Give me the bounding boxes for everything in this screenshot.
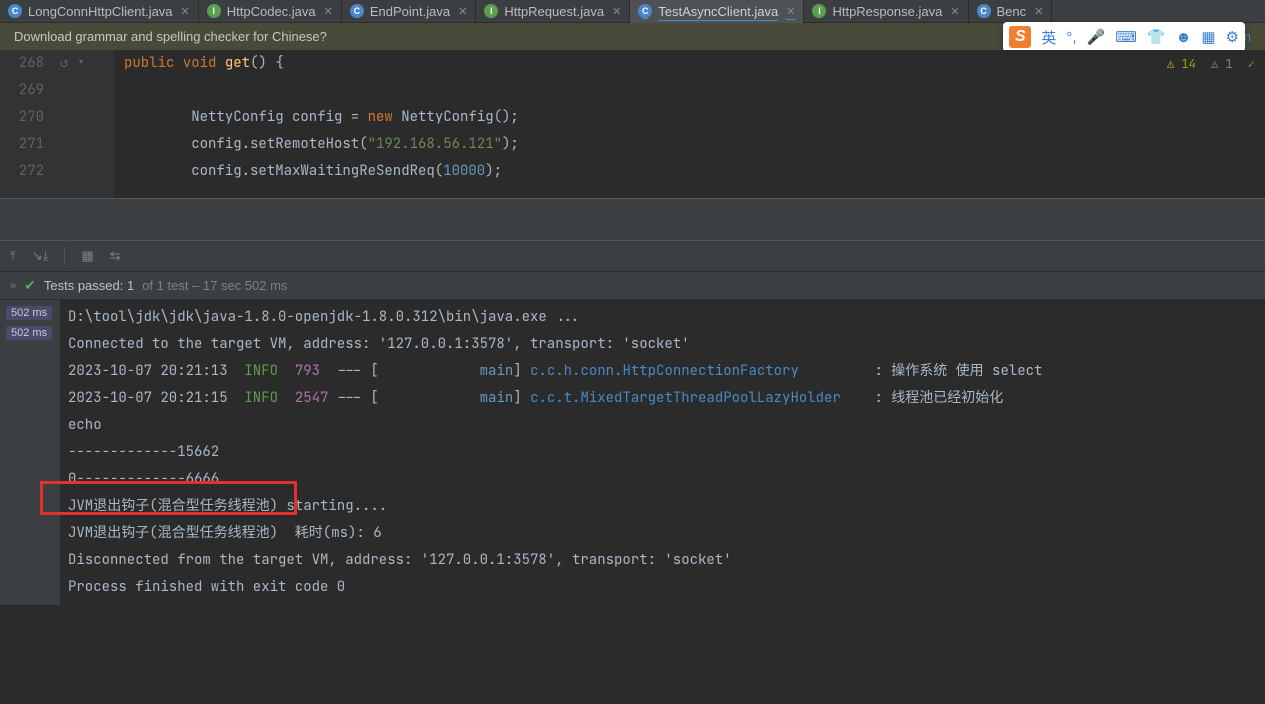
ime-toolbar[interactable]: S 英 °, 🎤 ⌨ 👕 ☻ ▦ ⚙	[1003, 22, 1245, 52]
test-status-bar: » ✔ Tests passed: 1 of 1 test – 17 sec 5…	[0, 272, 1265, 300]
gutter-icons: ↺ ▾	[54, 50, 114, 198]
code-line	[124, 77, 1265, 104]
console-line: JVM退出钩子(混合型任务线程池) 耗时(ms): 6	[68, 520, 1257, 547]
ime-mic-icon[interactable]: 🎤	[1087, 28, 1106, 46]
tab-label: HttpResponse.java	[832, 4, 942, 19]
ime-grid-icon[interactable]: ▦	[1201, 28, 1215, 46]
code-token: new	[368, 108, 402, 126]
file-type-icon: I	[812, 4, 826, 18]
ime-shirt-icon[interactable]: 👕	[1147, 28, 1166, 46]
file-type-icon: I	[484, 4, 498, 18]
tab-label: Benc	[997, 4, 1027, 19]
console-line: 2023-10-07 20:21:13 INFO 793 --- [ main]…	[68, 358, 1257, 385]
check-icon: ✔	[24, 277, 36, 294]
line-number: 269	[0, 77, 44, 104]
export-icon[interactable]: ⤒	[10, 248, 16, 264]
console-line: JVM退出钩子(混合型任务线程池) starting....	[68, 493, 1257, 520]
code-token: );	[485, 162, 502, 180]
close-icon[interactable]: ✕	[181, 5, 190, 18]
expand-icon[interactable]: »	[10, 280, 16, 292]
editor-tab[interactable]: I HttpRequest.java ✕	[476, 0, 630, 23]
console-line: D:\tool\jdk\jdk\java-1.8.0-openjdk-1.8.0…	[68, 304, 1257, 331]
code-editor[interactable]: 268269270271272 ↺ ▾ public void get() { …	[0, 50, 1265, 198]
code-token: NettyConfig();	[401, 108, 519, 126]
code-area[interactable]: public void get() { NettyConfig config =…	[114, 50, 1265, 198]
code-token: config.setRemoteHost(	[191, 135, 367, 153]
editor-tab-bar: C LongConnHttpClient.java ✕ I HttpCodec.java…	[0, 0, 1265, 23]
code-token: public void	[124, 54, 225, 72]
console-line: 2023-10-07 20:21:15 INFO 2547 --- [ main…	[68, 385, 1257, 412]
tab-label: LongConnHttpClient.java	[28, 4, 173, 19]
console-panel: 502 ms 502 ms D:\tool\jdk\jdk\java-1.8.0-…	[0, 300, 1265, 605]
editor-tab[interactable]: I HttpResponse.java ✕	[804, 0, 968, 23]
file-type-icon: C	[350, 4, 364, 18]
code-token: () {	[250, 54, 284, 72]
line-number-gutter: 268269270271272	[0, 50, 54, 198]
close-icon[interactable]: ✕	[324, 5, 333, 18]
console-line: Connected to the target VM, address: '12…	[68, 331, 1257, 358]
time-column: 502 ms 502 ms	[0, 300, 60, 605]
sogou-icon: S	[1009, 26, 1031, 48]
tests-passed-text: Tests passed: 1	[44, 278, 134, 293]
editor-tab[interactable]: C TestAsyncClient.java ✕	[630, 0, 804, 23]
close-icon[interactable]: ✕	[612, 5, 621, 18]
line-number: 271	[0, 131, 44, 158]
tests-summary-text: of 1 test – 17 sec 502 ms	[142, 278, 287, 293]
editor-warnings[interactable]: ⚠ 14 ⚠ 1 ✓	[1167, 56, 1255, 72]
editor-tab[interactable]: C EndPoint.java ✕	[342, 0, 476, 23]
banner-text: Download grammar and spelling checker fo…	[14, 29, 327, 44]
tab-label: TestAsyncClient.java	[658, 4, 778, 19]
ime-face-icon[interactable]: ☻	[1176, 29, 1192, 46]
console-output[interactable]: D:\tool\jdk\jdk\java-1.8.0-openjdk-1.8.0…	[60, 300, 1265, 605]
editor-tab[interactable]: I HttpCodec.java ✕	[199, 0, 342, 23]
editor-tab[interactable]: C Benc ✕	[969, 0, 1053, 23]
file-type-icon: C	[977, 4, 991, 18]
line-number: 272	[0, 158, 44, 185]
settings-icon[interactable]: ⇆	[110, 248, 121, 264]
ime-keyboard-icon[interactable]: ⌨	[1115, 28, 1137, 46]
table-icon[interactable]: ▦	[81, 248, 93, 264]
code-token: 10000	[443, 162, 485, 180]
editor-tab[interactable]: C LongConnHttpClient.java ✕	[0, 0, 199, 23]
tab-label: HttpCodec.java	[227, 4, 316, 19]
run-toolbar: ⤒ ↘⤓ ▦ ⇆	[0, 240, 1265, 272]
file-type-icon: C	[638, 4, 652, 18]
ime-comma-icon[interactable]: °,	[1066, 29, 1076, 46]
console-line: Process finished with exit code 0	[68, 574, 1257, 601]
code-token: "192.168.56.121"	[368, 135, 502, 153]
console-line: -------------15662	[68, 439, 1257, 466]
close-icon[interactable]: ✕	[786, 5, 795, 18]
close-icon[interactable]: ✕	[458, 5, 467, 18]
ime-gear-icon[interactable]: ⚙	[1226, 28, 1239, 46]
panel-divider[interactable]	[0, 198, 1265, 240]
import-icon[interactable]: ↘⤓	[32, 248, 49, 264]
file-type-icon: C	[8, 4, 22, 18]
line-number: 270	[0, 104, 44, 131]
code-token: config.setMaxWaitingReSendReq(	[191, 162, 443, 180]
close-icon[interactable]: ✕	[1034, 5, 1043, 18]
code-token: );	[502, 135, 519, 153]
close-icon[interactable]: ✕	[950, 5, 959, 18]
line-number: 268	[0, 50, 44, 77]
console-line: Disconnected from the target VM, address…	[68, 547, 1257, 574]
code-token: NettyConfig config =	[191, 108, 367, 126]
console-line: 0-------------6666	[68, 466, 1257, 493]
file-type-icon: I	[207, 4, 221, 18]
run-gutter-icon[interactable]: ↺ ▾	[54, 50, 114, 77]
time-badge: 502 ms	[6, 326, 52, 340]
ime-lang-label[interactable]: 英	[1041, 27, 1056, 48]
weak-warning-count: 1	[1225, 56, 1232, 72]
warning-count: 14	[1181, 56, 1195, 72]
time-badge: 502 ms	[6, 306, 52, 320]
console-line: echo	[68, 412, 1257, 439]
tab-label: EndPoint.java	[370, 4, 450, 19]
tab-label: HttpRequest.java	[504, 4, 604, 19]
code-token: get	[225, 54, 250, 72]
